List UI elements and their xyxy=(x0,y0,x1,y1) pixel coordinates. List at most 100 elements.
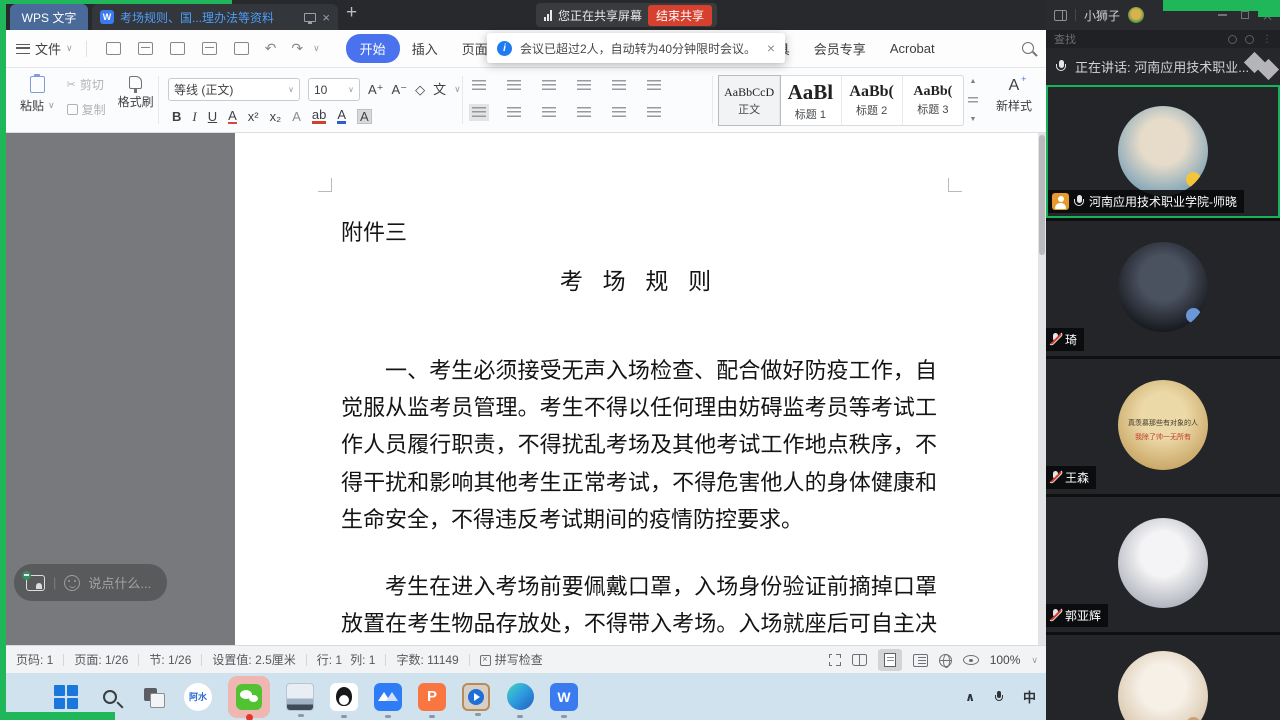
participant-tile[interactable]: 真羡慕那些有对象的人 我除了帅一无所有 王森 xyxy=(1046,359,1280,494)
font-color-button[interactable]: A xyxy=(337,108,346,124)
emoji-icon[interactable] xyxy=(64,575,80,591)
line-spacing-icon[interactable] xyxy=(577,107,591,118)
export-icon[interactable] xyxy=(170,42,185,55)
text-direction-icon[interactable] xyxy=(612,80,626,91)
status-spellcheck[interactable]: 拼写检查 xyxy=(470,651,553,668)
wechat-icon[interactable] xyxy=(228,676,270,718)
start-button[interactable] xyxy=(52,683,80,711)
align-right-icon[interactable] xyxy=(542,107,556,118)
notification-close-icon[interactable]: × xyxy=(767,40,775,56)
cloud-drive-icon[interactable] xyxy=(374,683,402,711)
share-monitor-icon[interactable] xyxy=(304,13,316,22)
tray-expand-icon[interactable]: ∧ xyxy=(965,690,975,704)
document-canvas[interactable]: 附件三 考 场 规 则 一、考生必须接受无声入场检查、配合做好防疫工作，自觉服从… xyxy=(6,133,1046,645)
borders-icon[interactable] xyxy=(647,107,661,118)
subscript-button[interactable]: x₂ xyxy=(270,110,282,123)
close-tab-icon[interactable]: × xyxy=(322,11,330,24)
file-menu-caret[interactable]: ∨ xyxy=(66,43,73,54)
task-view-icon[interactable] xyxy=(140,683,168,711)
qq-icon[interactable] xyxy=(330,683,358,711)
eye-protect-icon[interactable] xyxy=(963,655,979,665)
superscript-button[interactable]: x² xyxy=(248,110,259,123)
text-effects-button[interactable]: A xyxy=(292,110,301,123)
style-heading2[interactable]: AaBb( 标题 2 xyxy=(842,76,903,125)
print-icon[interactable] xyxy=(202,42,217,55)
numbered-list-icon[interactable] xyxy=(507,80,521,91)
wps-taskbar-icon[interactable]: W xyxy=(550,683,578,711)
print-preview-icon[interactable] xyxy=(234,42,249,55)
panes-icon[interactable] xyxy=(1054,10,1067,21)
shrink-font-button[interactable]: A⁻ xyxy=(392,83,408,96)
align-left-icon[interactable] xyxy=(472,107,486,118)
style-heading1[interactable]: AaBl 标题 1 xyxy=(780,76,841,125)
photo-app-icon[interactable] xyxy=(286,683,314,711)
tab-insert[interactable]: 插入 xyxy=(400,35,450,62)
strikethrough-button[interactable]: A xyxy=(228,109,237,124)
minimize-icon[interactable] xyxy=(1218,14,1227,16)
chat-placeholder[interactable]: 说点什么... xyxy=(88,573,151,592)
align-center-icon[interactable] xyxy=(507,107,521,118)
zoom-level[interactable]: 100% xyxy=(990,653,1021,667)
participant-tile[interactable]: 河南应用技术职业学院-师晓 xyxy=(1046,85,1280,218)
redo-icon[interactable]: ↷ xyxy=(291,40,303,57)
highlight-button[interactable]: ab xyxy=(312,108,326,124)
participant-tile[interactable]: 琦 xyxy=(1046,221,1280,356)
decrease-indent-icon[interactable] xyxy=(542,80,556,91)
undo-icon[interactable]: ↶ xyxy=(265,40,277,57)
phonetic-guide-button[interactable]: 文 xyxy=(433,83,446,96)
tab-home[interactable]: 开始 xyxy=(346,34,400,63)
book-view-icon[interactable] xyxy=(852,654,867,666)
cut-button[interactable]: 剪切 xyxy=(80,76,104,93)
style-heading3[interactable]: AaBb( 标题 3 xyxy=(903,76,963,125)
grow-font-button[interactable]: A⁺ xyxy=(368,83,384,96)
style-normal[interactable]: AaBbCcD 正文 xyxy=(719,76,780,125)
participant-tile[interactable] xyxy=(1046,635,1280,720)
status-page[interactable]: 页面: 1/26 xyxy=(64,651,138,668)
page-view-icon[interactable] xyxy=(878,649,902,671)
web-view-icon[interactable] xyxy=(939,654,952,667)
end-share-button[interactable]: 结束共享 xyxy=(648,5,712,26)
ime-indicator[interactable]: 中 xyxy=(1023,687,1036,706)
presentation-app-icon[interactable]: P xyxy=(418,683,446,711)
increase-indent-icon[interactable] xyxy=(577,80,591,91)
file-menu[interactable]: 文件 xyxy=(35,39,61,58)
document-text[interactable]: 附件三 考 场 规 则 一、考生必须接受无声入场检查、配合做好防疫工作，自觉服从… xyxy=(341,218,937,645)
status-setting[interactable]: 设置值: 2.5厘米 xyxy=(202,651,305,668)
ashui-app-icon[interactable]: 阿水 xyxy=(184,683,212,711)
search-icon[interactable] xyxy=(1022,42,1034,54)
status-word-count[interactable]: 字数: 11149 xyxy=(386,651,468,668)
outline-view-icon[interactable] xyxy=(913,654,928,667)
scrollbar-thumb[interactable] xyxy=(1039,135,1045,255)
wps-home-tab[interactable]: WPS 文字 xyxy=(10,4,88,30)
quick-access-caret[interactable]: ∨ xyxy=(313,43,320,54)
status-page-number[interactable]: 页码: 1 xyxy=(6,651,63,668)
bullet-list-icon[interactable] xyxy=(472,80,486,91)
danmaku-toggle-icon[interactable] xyxy=(26,575,45,591)
sort-icon[interactable] xyxy=(647,80,661,91)
format-painter-button[interactable]: 格式刷 xyxy=(118,93,154,110)
main-menu-icon[interactable] xyxy=(16,44,30,54)
font-size-select[interactable]: 10∨ xyxy=(308,78,360,101)
document-tab[interactable]: W 考场规则、国...理办法等资料 × xyxy=(92,4,338,30)
status-section[interactable]: 节: 1/26 xyxy=(139,651,201,668)
scrollbar[interactable] xyxy=(1038,133,1046,645)
media-player-icon[interactable] xyxy=(462,683,490,711)
save-icon[interactable] xyxy=(138,42,153,55)
clear-format-button[interactable]: ◇ xyxy=(415,83,425,96)
underline-button[interactable]: U xyxy=(208,110,217,123)
taskbar-search-icon[interactable] xyxy=(96,683,124,711)
paste-icon[interactable] xyxy=(30,76,45,93)
open-icon[interactable] xyxy=(106,42,121,55)
phonetic-caret[interactable]: ∨ xyxy=(454,84,461,95)
new-style-button[interactable]: A 新样式 xyxy=(996,78,1032,114)
gallery-more-icon[interactable] xyxy=(968,97,978,105)
font-name-select[interactable]: 等线 (正文)∨ xyxy=(168,78,300,101)
chat-input-pill[interactable]: | 说点什么... xyxy=(14,564,167,601)
tab-member[interactable]: 会员专享 xyxy=(802,35,878,62)
shading-icon[interactable] xyxy=(612,107,626,118)
bold-button[interactable]: B xyxy=(172,110,181,123)
tray-mic-icon[interactable] xyxy=(995,691,1003,703)
paste-caret[interactable]: ∨ xyxy=(48,100,55,111)
gallery-down-icon[interactable]: ▼ xyxy=(970,116,977,123)
char-border-button[interactable]: A xyxy=(357,109,372,124)
